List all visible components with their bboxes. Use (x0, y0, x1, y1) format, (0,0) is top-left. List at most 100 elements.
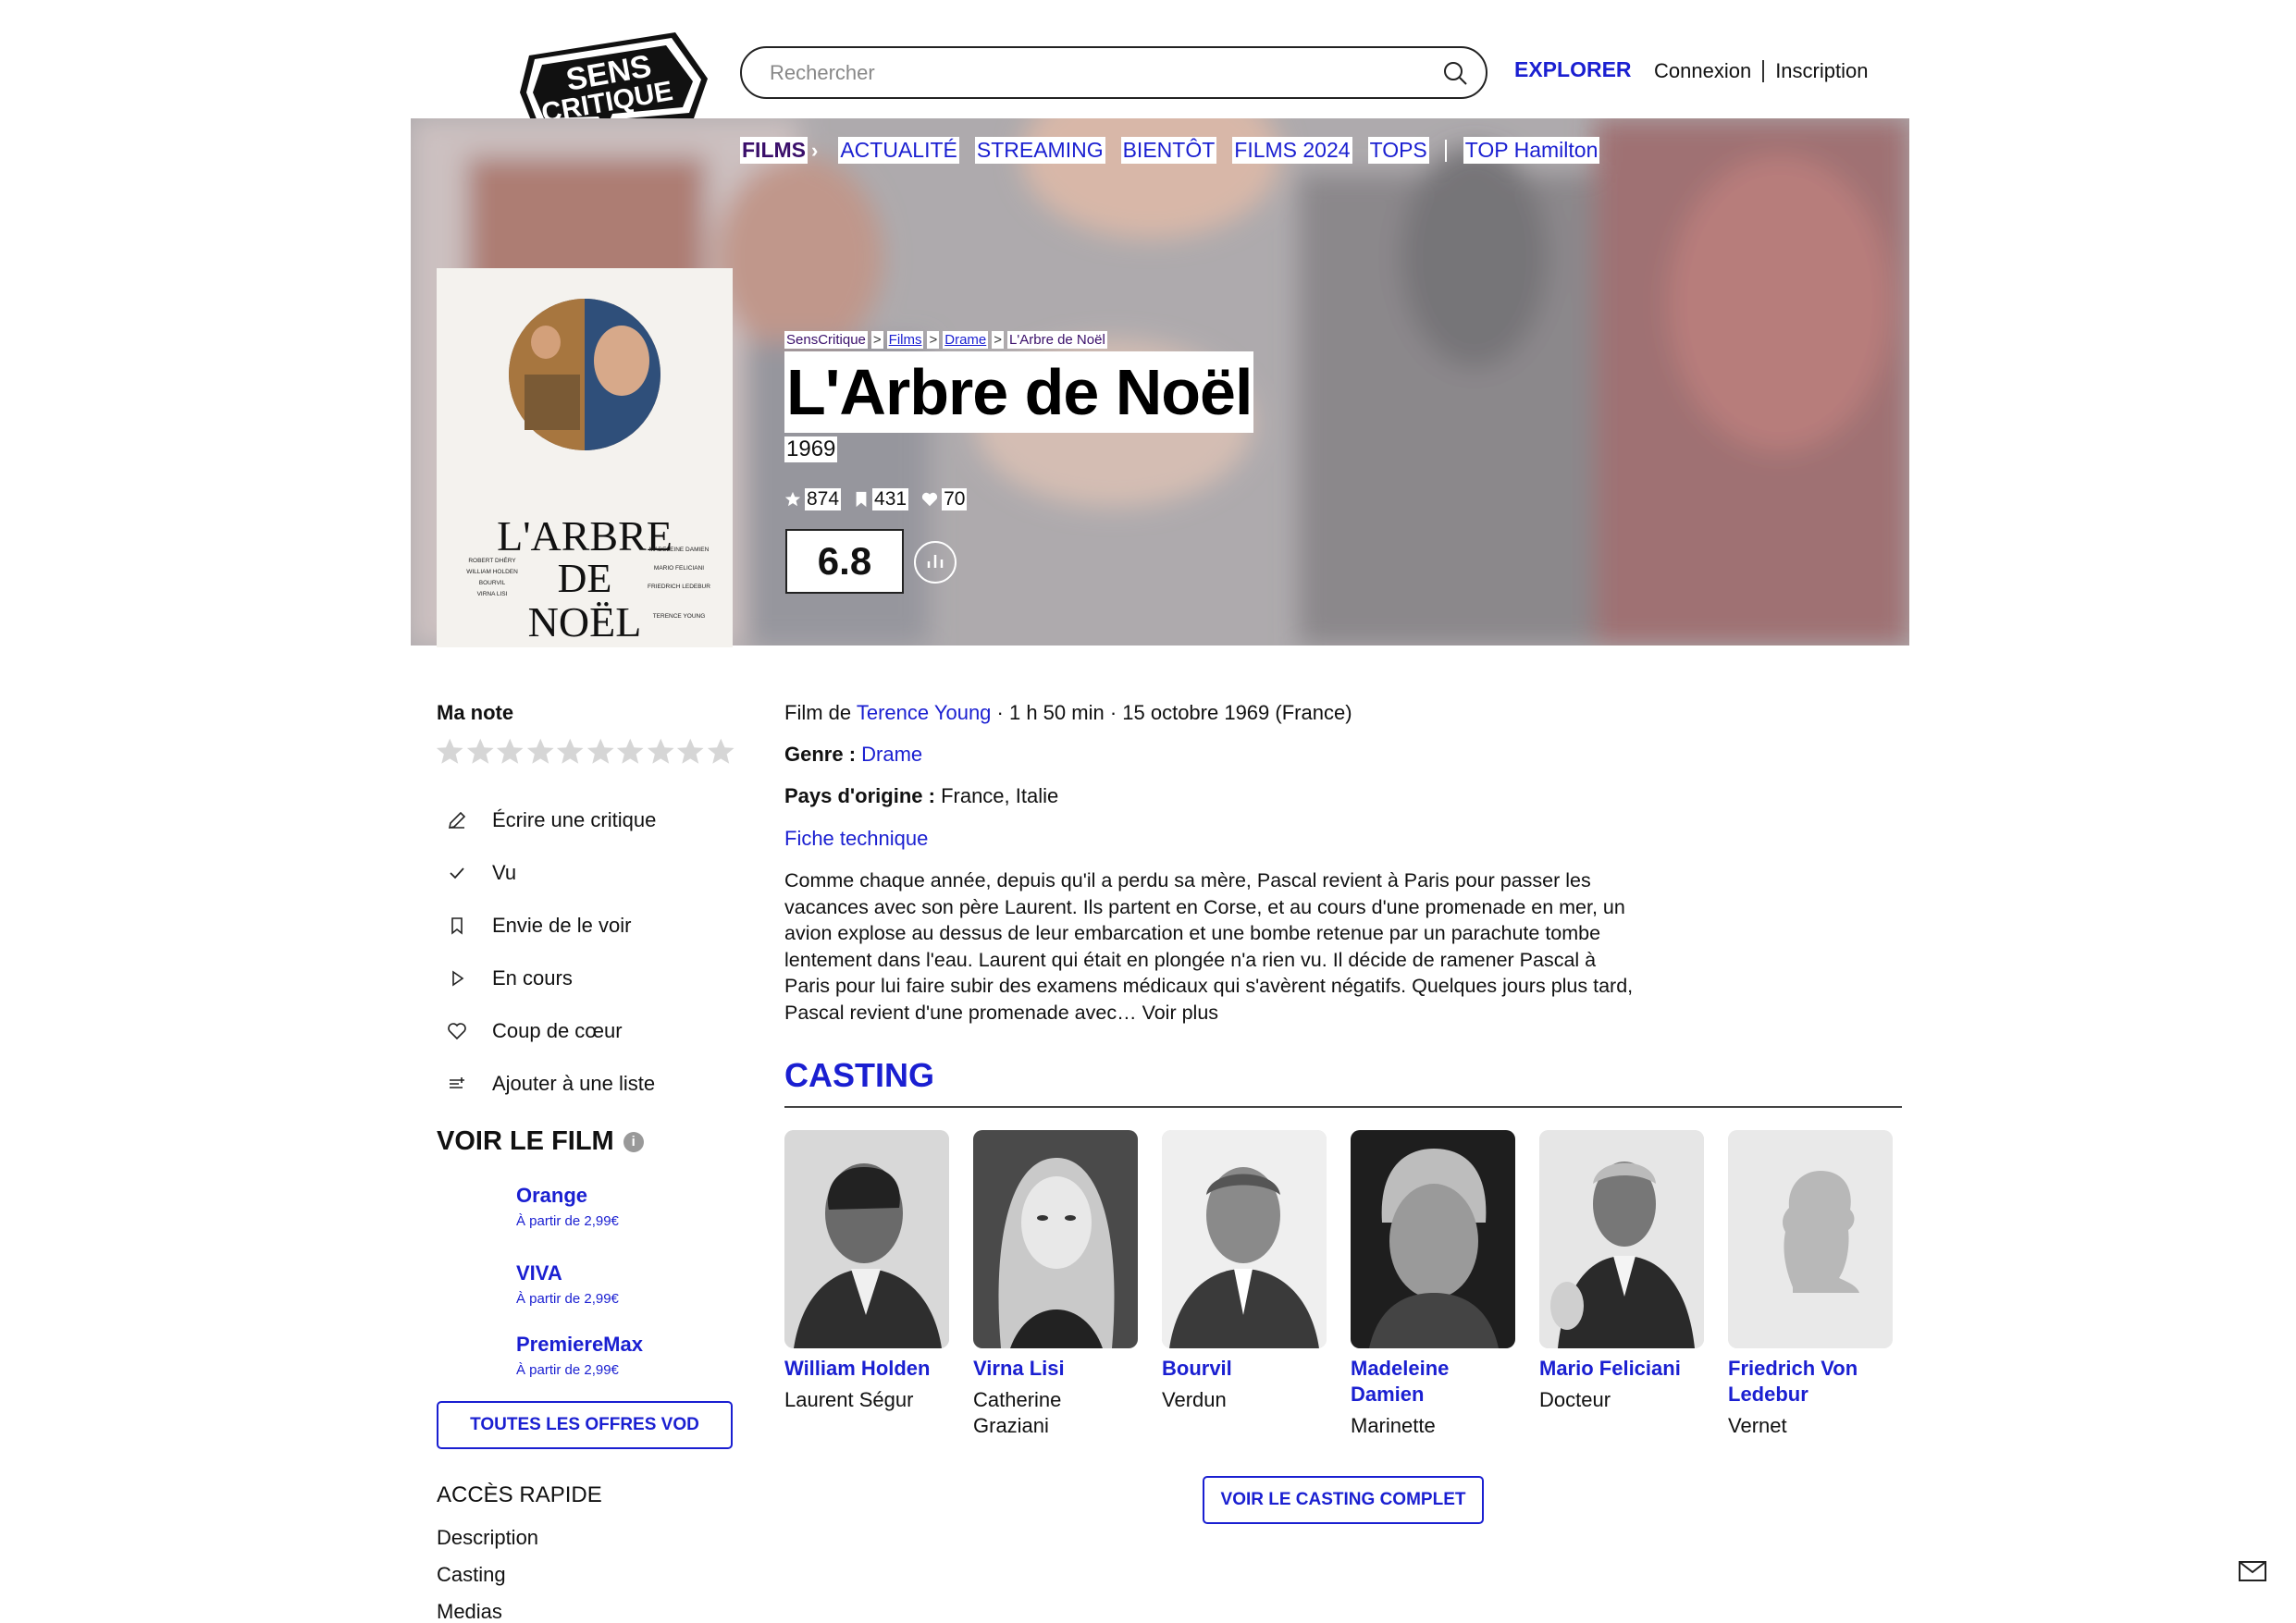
full-casting-button[interactable]: VOIR LE CASTING COMPLET (1203, 1476, 1484, 1524)
add-list-icon (442, 1069, 472, 1099)
breadcrumb-senscritique[interactable]: SensCritique (784, 331, 868, 349)
subnav-actualite[interactable]: ACTUALITÉ (838, 137, 959, 164)
film-poster[interactable]: L'ARBRE DE NOËL ROBERT DHÉRY WILLIAM HOL… (437, 268, 733, 647)
actor-photo[interactable] (1539, 1130, 1704, 1348)
cast-card[interactable]: Bourvil Verdun (1162, 1130, 1327, 1413)
search-bar[interactable] (740, 46, 1487, 99)
vod-price: À partir de 2,99€ (516, 1362, 619, 1378)
average-score: 6.8 (785, 529, 904, 594)
action-label: En cours (492, 965, 573, 990)
rating-star-icon[interactable] (555, 737, 586, 767)
rating-star-icon[interactable] (435, 737, 465, 767)
ratings-count: 874 (784, 488, 842, 510)
technical-sheet-link[interactable]: Fiche technique (784, 827, 928, 851)
rating-star-icon[interactable] (706, 737, 736, 767)
film-meta-line: Film de Terence Young · 1 h 50 min · 15 … (784, 701, 1352, 725)
quick-link-casting[interactable]: Casting (437, 1563, 506, 1587)
mail-icon[interactable] (2239, 1561, 2266, 1581)
search-input[interactable] (770, 57, 1417, 89)
poster-credit: FRIEDRICH LEDEBUR (648, 584, 710, 590)
subnav-films[interactable]: FILMS (740, 137, 808, 164)
info-icon[interactable]: i (623, 1131, 644, 1152)
actor-photo[interactable] (973, 1130, 1138, 1348)
pencil-icon (442, 805, 472, 835)
login-link[interactable]: Connexion (1654, 59, 1751, 83)
actor-photo[interactable] (1351, 1130, 1515, 1348)
actor-name[interactable]: Bourvil (1162, 1356, 1327, 1382)
rating-star-icon[interactable] (646, 737, 676, 767)
actor-photo-placeholder[interactable] (1728, 1130, 1893, 1348)
vod-offer-orange[interactable]: Orange À partir de 2,99€ (516, 1184, 619, 1229)
action-add-to-list[interactable]: Ajouter à une liste (442, 1057, 656, 1110)
action-wishlist[interactable]: Envie de le voir (442, 899, 656, 952)
vod-offer-viva[interactable]: VIVA À partir de 2,99€ (516, 1261, 619, 1307)
action-in-progress[interactable]: En cours (442, 952, 656, 1004)
favorites-count: 70 (921, 488, 968, 510)
rating-star-icon[interactable] (615, 737, 646, 767)
breadcrumb: SensCritique > Films > Drame > L'Arbre d… (784, 331, 1107, 349)
breadcrumb-drame[interactable]: Drame (943, 331, 989, 349)
cast-card[interactable]: William Holden Laurent Ségur (784, 1130, 949, 1413)
synopsis: Comme chaque année, depuis qu'il a perdu… (784, 867, 1636, 1027)
search-icon[interactable] (1441, 59, 1469, 87)
role-name: Catherine Graziani (973, 1388, 1062, 1437)
signup-link[interactable]: Inscription (1775, 59, 1868, 83)
rating-star-icon[interactable] (525, 737, 556, 767)
rating-star-icon[interactable] (495, 737, 525, 767)
actor-name[interactable]: Madeleine Damien (1351, 1356, 1515, 1408)
role-name: Laurent Ségur (784, 1388, 914, 1411)
user-actions: Écrire une critique Vu Envie de le voir … (442, 793, 656, 1110)
cast-card[interactable]: Friedrich Von Ledebur Vernet (1728, 1130, 1893, 1439)
director-link[interactable]: Terence Young (857, 701, 992, 724)
actor-name[interactable]: Mario Feliciani (1539, 1356, 1704, 1382)
quick-link-medias[interactable]: Medias (437, 1600, 502, 1623)
rating-star-icon[interactable] (675, 737, 706, 767)
action-favorite[interactable]: Coup de cœur (442, 1004, 656, 1057)
poster-credit: MADELEINE DAMIEN (649, 547, 710, 553)
my-rating-stars (435, 737, 735, 767)
subnav-separator (1444, 139, 1447, 162)
actor-photo[interactable] (1162, 1130, 1327, 1348)
action-write-review[interactable]: Écrire une critique (442, 793, 656, 846)
read-more-link[interactable]: Voir plus (1142, 1002, 1218, 1024)
subnav-streaming[interactable]: STREAMING (974, 137, 1105, 164)
subnav-films-2024[interactable]: FILMS 2024 (1232, 137, 1352, 164)
action-seen[interactable]: Vu (442, 846, 656, 899)
cast-card[interactable]: Madeleine Damien Marinette (1351, 1130, 1515, 1439)
explorer-link[interactable]: EXPLORER (1514, 57, 1632, 82)
watch-film-title: VOIR LE FILM (437, 1126, 614, 1156)
breadcrumb-separator: > (927, 331, 940, 349)
actor-photo[interactable] (784, 1130, 949, 1348)
heart-icon (921, 492, 938, 507)
actor-name[interactable]: Virna Lisi (973, 1356, 1138, 1382)
cast-card[interactable]: Virna Lisi Catherine Graziani (973, 1130, 1138, 1439)
actor-name[interactable]: Friedrich Von Ledebur (1728, 1356, 1893, 1408)
actor-name[interactable]: William Holden (784, 1356, 949, 1382)
all-vod-offers-button[interactable]: TOUTES LES OFFRES VOD (437, 1401, 733, 1449)
subnav-tops[interactable]: TOPS (1367, 137, 1429, 164)
breadcrumb-separator: > (870, 331, 883, 349)
action-label: Ajouter à une liste (492, 1071, 656, 1095)
breadcrumb-films[interactable]: Films (886, 331, 924, 349)
role-name: Vernet (1728, 1414, 1787, 1437)
role-name: Docteur (1539, 1388, 1611, 1411)
bookmark-icon (856, 491, 867, 508)
vod-offer-premieremax[interactable]: PremiereMax À partir de 2,99€ (516, 1333, 643, 1378)
rating-star-icon[interactable] (586, 737, 616, 767)
quick-link-description[interactable]: Description (437, 1526, 538, 1550)
vod-price: À partir de 2,99€ (516, 1213, 619, 1229)
subnav-bientot[interactable]: BIENTÔT (1120, 137, 1217, 164)
films-subnav: FILMS › ACTUALITÉ STREAMING BIENTÔT FILM… (740, 137, 1615, 164)
wishlist-count: 431 (854, 488, 909, 510)
role-name: Marinette (1351, 1414, 1436, 1437)
film-title: L'Arbre de Noël (784, 351, 1254, 433)
score-stats-button[interactable] (914, 541, 957, 584)
subnav-top-hamilton[interactable]: TOP Hamilton (1463, 137, 1600, 164)
cast-card[interactable]: Mario Feliciani Docteur (1539, 1130, 1704, 1413)
action-label: Coup de cœur (492, 1018, 623, 1042)
quick-access-title: ACCÈS RAPIDE (437, 1482, 602, 1507)
rating-star-icon[interactable] (465, 737, 496, 767)
genre-link[interactable]: Drame (861, 743, 922, 766)
person-silhouette-icon (1728, 1130, 1893, 1348)
action-label: Envie de le voir (492, 913, 632, 937)
